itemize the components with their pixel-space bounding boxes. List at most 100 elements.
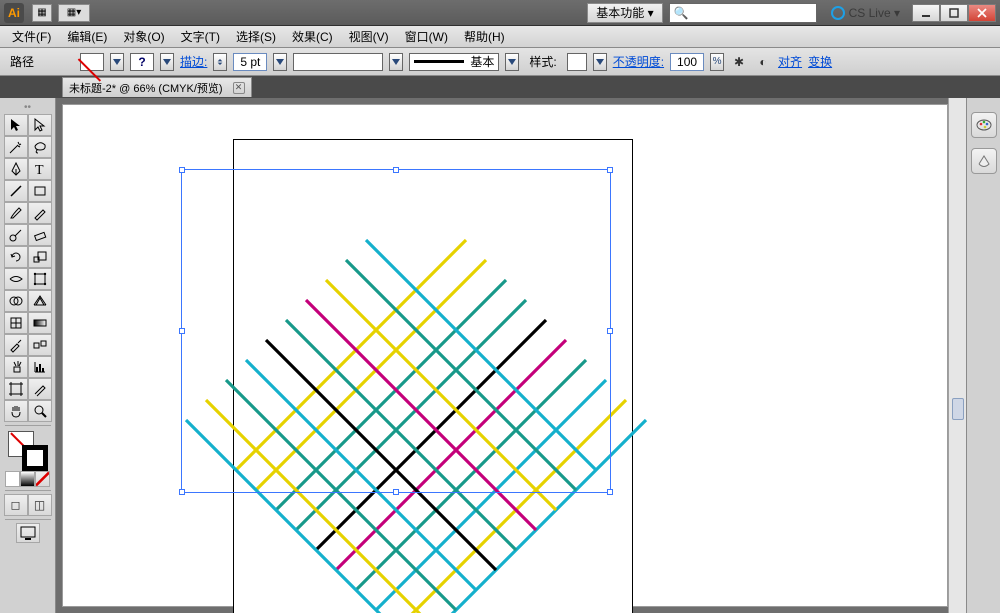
hand-tool[interactable]	[4, 400, 28, 422]
brush-dd[interactable]	[505, 53, 519, 71]
blend-tool[interactable]	[28, 334, 52, 356]
style-dd[interactable]	[593, 53, 607, 71]
close-button[interactable]	[968, 4, 996, 22]
handle-nw[interactable]	[179, 167, 185, 173]
swatches-panel-icon[interactable]	[971, 148, 997, 174]
canvas-area[interactable]	[56, 98, 966, 613]
lasso-tool[interactable]	[28, 136, 52, 158]
rotate-tool[interactable]	[4, 246, 28, 268]
menu-effect[interactable]: 效果(C)	[286, 26, 339, 47]
document-tab[interactable]: 未标题-2* @ 66% (CMYK/预览) ✕	[62, 77, 252, 97]
screen-mode-button[interactable]	[16, 523, 40, 543]
line-tool[interactable]	[4, 180, 28, 202]
paintbrush-tool[interactable]	[4, 202, 28, 224]
menu-object[interactable]: 对象(O)	[117, 26, 170, 47]
minimize-button[interactable]	[912, 4, 940, 22]
style-label: 样式:	[525, 53, 560, 70]
stroke-weight-stepper[interactable]	[213, 53, 227, 71]
layout-dropdown-icon[interactable]: ▦▾	[58, 4, 90, 22]
direct-selection-tool[interactable]	[28, 114, 52, 136]
pencil-tool[interactable]	[28, 202, 52, 224]
panel-grip-icon[interactable]: ••	[8, 102, 48, 112]
color-mode-none[interactable]	[35, 471, 50, 487]
close-tab-icon[interactable]: ✕	[233, 82, 245, 94]
canvas-viewport[interactable]	[62, 104, 948, 607]
width-tool[interactable]	[4, 268, 28, 290]
transform-link[interactable]: 变换	[808, 53, 832, 70]
selection-bounding-box[interactable]	[181, 169, 611, 493]
select-similar-icon[interactable]: ◐	[754, 53, 772, 71]
workspace-switcher[interactable]: 基本功能 ▾	[587, 3, 662, 23]
menu-window[interactable]: 窗口(W)	[399, 26, 454, 47]
handle-se[interactable]	[607, 489, 613, 495]
zoom-tool[interactable]	[28, 400, 52, 422]
arrange-docs-icon[interactable]: ▦	[32, 4, 52, 22]
gradient-tool[interactable]	[28, 312, 52, 334]
cs-live-button[interactable]: CS Live ▾	[831, 6, 900, 20]
fill-stroke-control[interactable]	[6, 431, 50, 471]
stroke-weight-value[interactable]: 5 pt	[233, 53, 267, 71]
opacity-dd[interactable]: %	[710, 53, 724, 71]
maximize-button[interactable]	[940, 4, 968, 22]
style-swatch[interactable]	[567, 53, 587, 71]
handle-ne[interactable]	[607, 167, 613, 173]
opacity-value[interactable]: 100	[670, 53, 704, 71]
symbol-sprayer-tool[interactable]	[4, 356, 28, 378]
handle-n[interactable]	[393, 167, 399, 173]
stroke-help-dd[interactable]	[160, 53, 174, 71]
selection-tool[interactable]	[4, 114, 28, 136]
title-bar: Ai ▦ ▦▾ 基本功能 ▾ 🔍 CS Live ▾	[0, 0, 1000, 26]
var-width-profile[interactable]	[293, 53, 383, 71]
color-mode-gradient[interactable]	[20, 471, 35, 487]
right-panel-dock	[966, 98, 1000, 613]
cs-live-label: CS Live ▾	[849, 6, 900, 20]
handle-s[interactable]	[393, 489, 399, 495]
eyedropper-tool[interactable]	[4, 334, 28, 356]
menu-help[interactable]: 帮助(H)	[458, 26, 511, 47]
mesh-tool[interactable]	[4, 312, 28, 334]
color-panel-icon[interactable]	[971, 112, 997, 138]
graph-tool[interactable]	[28, 356, 52, 378]
scale-tool[interactable]	[28, 246, 52, 268]
menu-type[interactable]: 文字(T)	[175, 26, 226, 47]
var-width-dd[interactable]	[389, 53, 403, 71]
menu-edit[interactable]: 编辑(E)	[61, 26, 113, 47]
scrollbar-thumb[interactable]	[952, 398, 964, 420]
brush-definition[interactable]: 基本	[409, 53, 499, 71]
stroke-indicator[interactable]	[22, 445, 48, 471]
handle-w[interactable]	[179, 328, 185, 334]
fill-swatch[interactable]	[80, 53, 104, 71]
draw-normal-icon[interactable]: ◻	[4, 494, 28, 516]
menu-bar: 文件(F) 编辑(E) 对象(O) 文字(T) 选择(S) 效果(C) 视图(V…	[0, 26, 1000, 48]
shape-builder-tool[interactable]	[4, 290, 28, 312]
magic-wand-tool[interactable]	[4, 136, 28, 158]
free-transform-tool[interactable]	[28, 268, 52, 290]
handle-sw[interactable]	[179, 489, 185, 495]
selection-type-label: 路径	[6, 53, 38, 70]
artboard-tool[interactable]	[4, 378, 28, 400]
pen-tool[interactable]	[4, 158, 28, 180]
menu-select[interactable]: 选择(S)	[230, 26, 282, 47]
menu-view[interactable]: 视图(V)	[343, 26, 395, 47]
recolor-art-icon[interactable]: ✱	[730, 53, 748, 71]
menu-file[interactable]: 文件(F)	[6, 26, 57, 47]
control-bar: 路径 ? 描边: 5 pt 基本 样式: 不透明度: 100 % ✱ ◐ 对齐 …	[0, 48, 1000, 76]
stroke-help-button[interactable]: ?	[130, 53, 154, 71]
vertical-scrollbar[interactable]	[948, 98, 966, 613]
type-tool[interactable]: T	[28, 158, 52, 180]
blob-brush-tool[interactable]	[4, 224, 28, 246]
brush-label: 基本	[470, 53, 494, 70]
search-input[interactable]: 🔍	[669, 3, 817, 23]
opacity-link[interactable]: 不透明度:	[613, 53, 664, 70]
color-mode-solid[interactable]	[5, 471, 20, 487]
stroke-link[interactable]: 描边:	[180, 53, 207, 70]
align-link[interactable]: 对齐	[778, 53, 802, 70]
slice-tool[interactable]	[28, 378, 52, 400]
perspective-grid-tool[interactable]	[28, 290, 52, 312]
handle-e[interactable]	[607, 328, 613, 334]
stroke-weight-dd[interactable]	[273, 53, 287, 71]
fill-dropdown[interactable]	[110, 53, 124, 71]
draw-behind-icon[interactable]: ◫	[28, 494, 52, 516]
eraser-tool[interactable]	[28, 224, 52, 246]
rectangle-tool[interactable]	[28, 180, 52, 202]
